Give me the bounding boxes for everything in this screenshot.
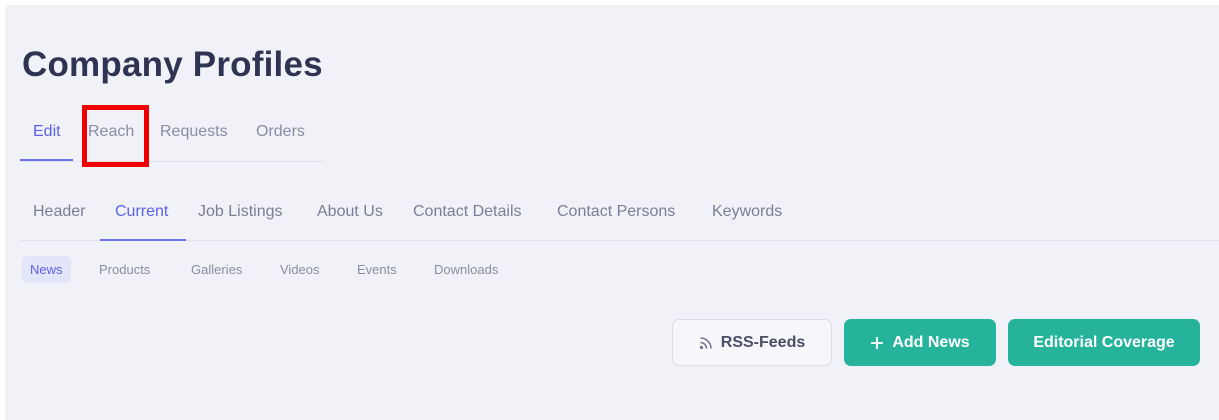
pill-tab-downloads[interactable]: Downloads — [426, 256, 506, 283]
secondary-tab-bar: Header Current Job Listings About Us Con… — [20, 195, 1219, 241]
pill-tab-products[interactable]: Products — [91, 256, 158, 283]
page-panel: Company Profiles Edit Reach Requests Ord… — [5, 5, 1219, 420]
tab-header[interactable]: Header — [33, 203, 85, 221]
tab-job-listings[interactable]: Job Listings — [198, 203, 283, 221]
editorial-coverage-label: Editorial Coverage — [1033, 333, 1175, 351]
tab-contact-persons[interactable]: Contact Persons — [557, 203, 675, 221]
primary-tab-bar: Edit Reach Requests Orders — [20, 115, 323, 162]
pill-tab-videos[interactable]: Videos — [272, 256, 328, 283]
page-title: Company Profiles — [22, 45, 323, 84]
tab-contact-details[interactable]: Contact Details — [413, 203, 522, 221]
active-tab-indicator — [20, 159, 73, 161]
rss-icon — [699, 336, 713, 350]
tab-orders[interactable]: Orders — [256, 123, 305, 141]
add-news-label: Add News — [892, 333, 970, 351]
plus-icon — [870, 336, 884, 350]
editorial-coverage-button[interactable]: Editorial Coverage — [1008, 319, 1200, 366]
pill-tab-galleries[interactable]: Galleries — [183, 256, 250, 283]
tab-reach[interactable]: Reach — [88, 123, 134, 141]
tab-about-us[interactable]: About Us — [317, 203, 383, 221]
tab-edit[interactable]: Edit — [33, 123, 61, 141]
rss-feeds-label: RSS-Feeds — [720, 333, 806, 351]
pill-tab-events[interactable]: Events — [349, 256, 405, 283]
tab-requests[interactable]: Requests — [160, 123, 228, 141]
active-subtab-indicator — [100, 239, 186, 241]
tab-keywords[interactable]: Keywords — [712, 203, 782, 221]
pill-tab-news[interactable]: News — [22, 256, 71, 283]
rss-feeds-button[interactable]: RSS-Feeds — [672, 319, 832, 366]
add-news-button[interactable]: Add News — [844, 319, 996, 366]
tab-current[interactable]: Current — [115, 203, 168, 221]
